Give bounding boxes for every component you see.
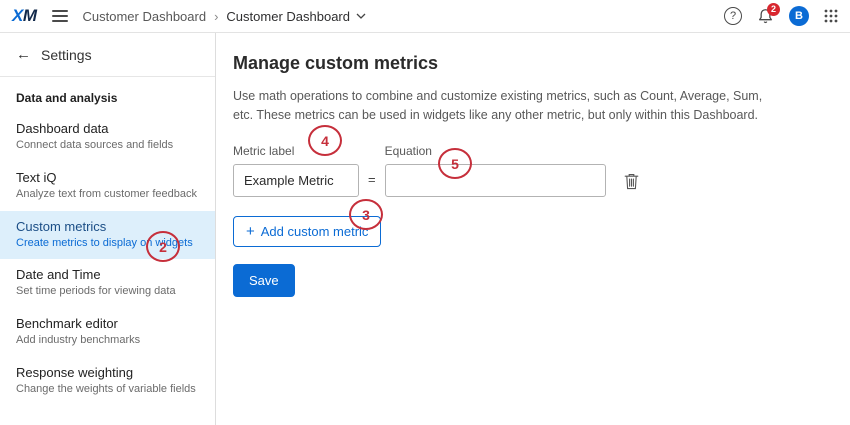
chevron-down-icon xyxy=(356,13,366,19)
plus-icon: + xyxy=(246,224,255,239)
breadcrumb-separator: › xyxy=(214,9,218,24)
sidebar-item-date-and-time[interactable]: Date and Time Set time periods for viewi… xyxy=(0,259,215,308)
equals-sign: = xyxy=(359,144,385,187)
sidebar-item-custom-metrics[interactable]: Custom metrics Create metrics to display… xyxy=(0,211,215,260)
notification-badge: 2 xyxy=(767,3,780,16)
hamburger-menu-icon[interactable] xyxy=(51,7,69,25)
sidebar-item-benchmark-editor[interactable]: Benchmark editor Add industry benchmarks xyxy=(0,308,215,357)
equation-heading: Equation xyxy=(385,144,606,158)
sidebar-item-label: Dashboard data xyxy=(16,121,199,136)
sidebar-item-response-weighting[interactable]: Response weighting Change the weights of… xyxy=(0,357,215,406)
back-arrow-icon: ← xyxy=(16,46,31,63)
add-custom-metric-button[interactable]: + Add custom metric xyxy=(233,216,381,247)
custom-metrics-panel: Manage custom metrics Use math operation… xyxy=(217,33,850,425)
settings-back-button[interactable]: ← Settings xyxy=(0,33,215,77)
breadcrumb: Customer Dashboard › Customer Dashboard xyxy=(83,9,366,24)
sidebar-item-desc: Create metrics to display on widgets xyxy=(16,237,199,251)
sidebar-item-label: Response weighting xyxy=(16,365,199,380)
settings-sidebar: ← Settings Data and analysis Dashboard d… xyxy=(0,33,216,425)
page-description: Use math operations to combine and custo… xyxy=(233,87,781,126)
sidebar-section-label: Data and analysis xyxy=(0,77,215,113)
sidebar-item-desc: Change the weights of variable fields xyxy=(16,383,199,397)
sidebar-item-desc: Set time periods for viewing data xyxy=(16,285,199,299)
sidebar-item-desc: Analyze text from customer feedback xyxy=(16,188,199,202)
metric-label-input[interactable] xyxy=(233,164,359,197)
settings-label: Settings xyxy=(41,47,92,63)
breadcrumb-parent[interactable]: Customer Dashboard xyxy=(83,9,207,24)
save-button[interactable]: Save xyxy=(233,264,295,297)
notifications-button[interactable]: 2 xyxy=(757,8,774,25)
breadcrumb-current[interactable]: Customer Dashboard xyxy=(226,9,366,24)
sidebar-item-text-iq[interactable]: Text iQ Analyze text from customer feedb… xyxy=(0,162,215,211)
metric-label-group: Metric label xyxy=(233,144,359,197)
topbar-actions: ? 2 B xyxy=(724,6,838,26)
apps-grid-icon[interactable] xyxy=(824,9,838,23)
page-title: Manage custom metrics xyxy=(233,53,834,74)
equation-group: Equation xyxy=(385,144,606,197)
top-bar: XM Customer Dashboard › Customer Dashboa… xyxy=(0,0,850,33)
avatar[interactable]: B xyxy=(789,6,809,26)
add-custom-metric-label: Add custom metric xyxy=(261,224,369,239)
sidebar-item-desc: Connect data sources and fields xyxy=(16,139,199,153)
delete-metric-button[interactable] xyxy=(622,171,641,195)
sidebar-item-label: Custom metrics xyxy=(16,219,199,234)
sidebar-item-label: Date and Time xyxy=(16,267,199,282)
metric-label-heading: Metric label xyxy=(233,144,359,158)
trash-icon xyxy=(624,173,639,190)
metric-row: Metric label = Equation xyxy=(233,144,834,197)
help-icon[interactable]: ? xyxy=(724,7,742,25)
sidebar-item-label: Benchmark editor xyxy=(16,316,199,331)
sidebar-item-label: Text iQ xyxy=(16,170,199,185)
equation-input[interactable] xyxy=(385,164,606,197)
xm-logo[interactable]: XM xyxy=(12,6,37,26)
sidebar-item-dashboard-data[interactable]: Dashboard data Connect data sources and … xyxy=(0,113,215,162)
sidebar-item-desc: Add industry benchmarks xyxy=(16,334,199,348)
